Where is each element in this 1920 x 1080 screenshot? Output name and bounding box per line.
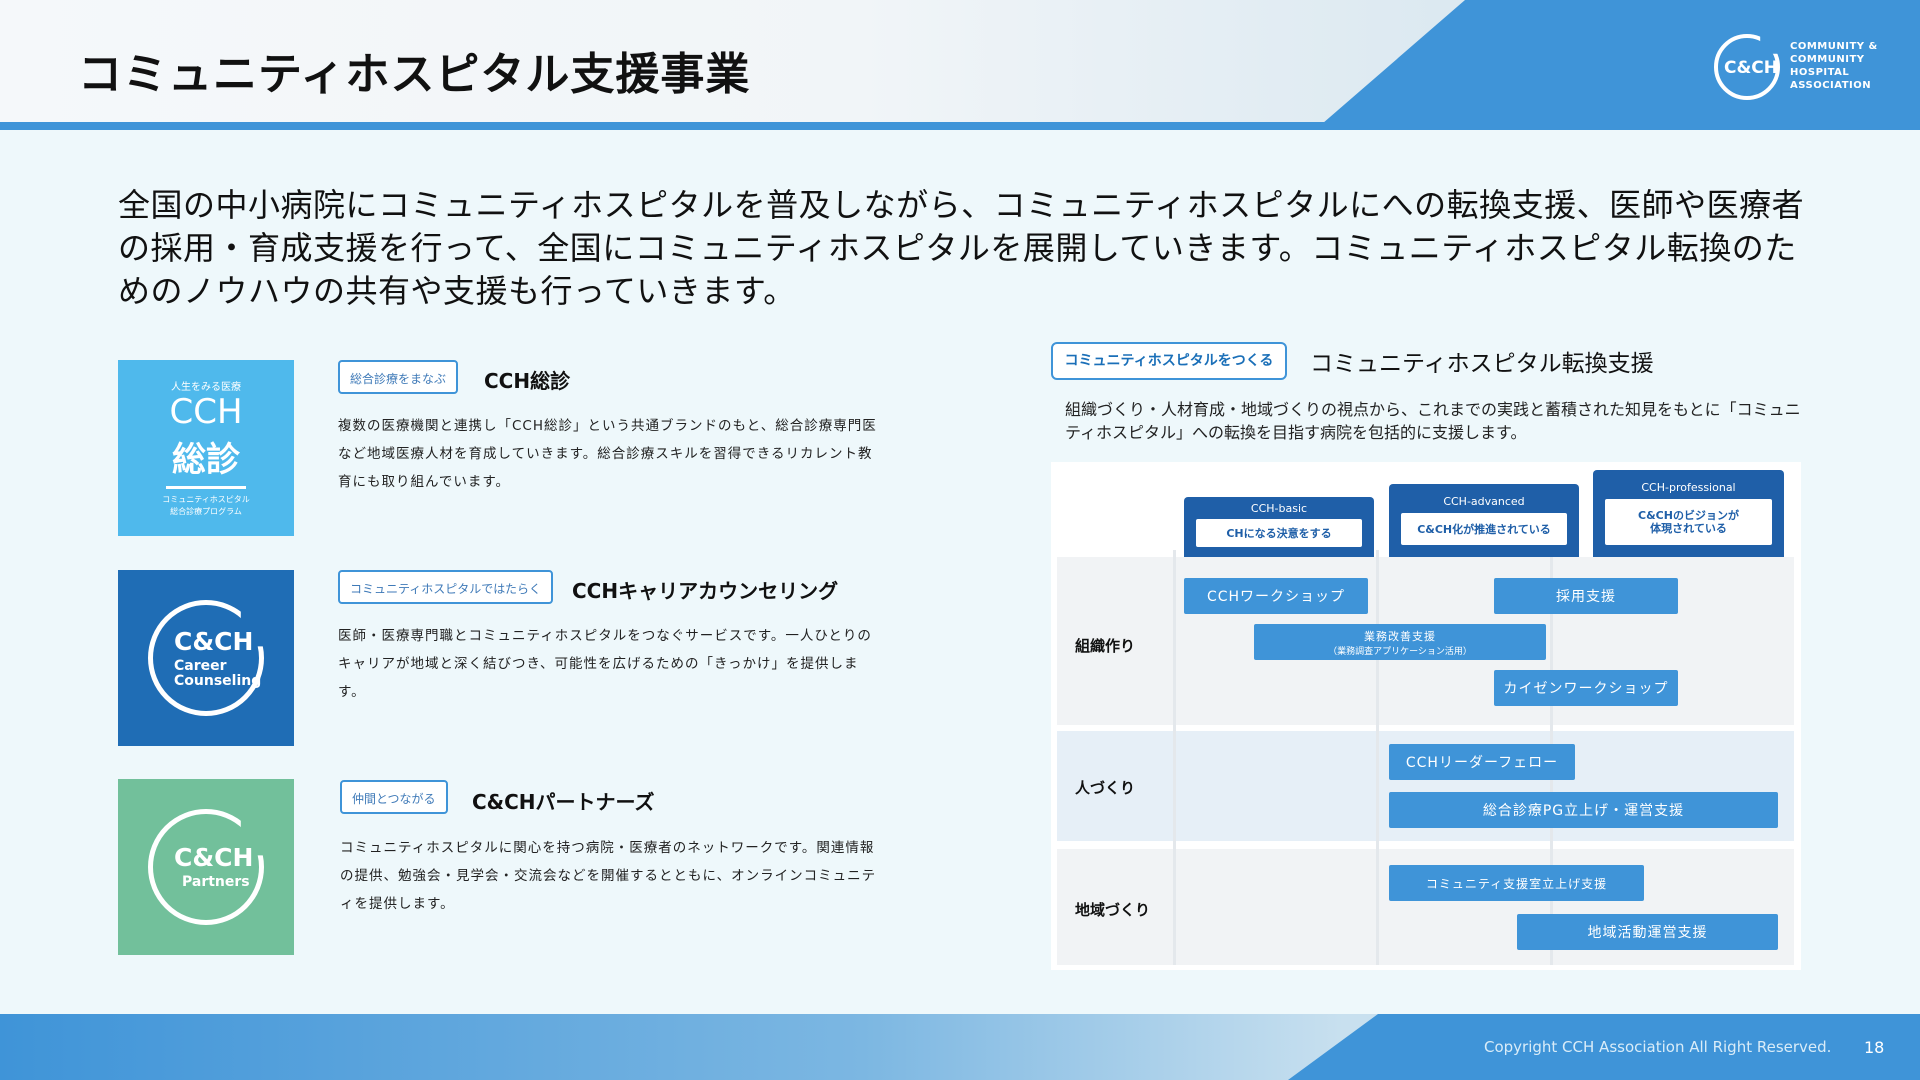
bar-label: 総合診療PG立上げ・運営支援 <box>1482 803 1685 819</box>
bar-label: 業務改善支援 <box>1364 629 1436 643</box>
program-name: C&CHパートナーズ <box>472 790 655 814</box>
program-name: CCHキャリアカウンセリング <box>572 579 839 603</box>
row-label-people: 人づくり <box>1075 779 1136 797</box>
logo-sub-text: Career <box>174 658 227 674</box>
bar-community-room: コミュニティ支援室立上げ支援 <box>1389 865 1644 901</box>
logo-sub-text: Partners <box>182 874 250 890</box>
level-desc: CHになる決意をする <box>1196 519 1362 547</box>
cch-soushin-logo: 人生をみる医療 CCH 総診 コミュニティホスピタル 総合診療プログラム <box>118 360 294 536</box>
transition-title: コミュニティホスピタル転換支援 <box>1310 351 1654 377</box>
bar-pg-support: 総合診療PG立上げ・運営支援 <box>1389 792 1778 828</box>
bar-business-improvement: 業務改善支援 （業務調査アプリケーション活用） <box>1254 624 1546 660</box>
bar-sub-label: （業務調査アプリケーション活用） <box>1328 646 1472 657</box>
partners-logo: C&CH Partners <box>118 779 294 955</box>
level-desc-line: 体現されている <box>1650 522 1727 535</box>
level-name: CCH-basic <box>1250 502 1308 515</box>
header-underline <box>0 122 1330 130</box>
transition-tag: コミュニティホスピタルをつくる <box>1051 342 1287 380</box>
logo-sub-text-2: Counseling <box>174 673 262 689</box>
bar-label: CCHリーダーフェロー <box>1405 755 1559 771</box>
bar-cch-workshop: CCHワークショップ <box>1184 578 1368 614</box>
intro-text: 全国の中小病院にコミュニティホスピタルを普及しながら、コミュニティホスピタルにへ… <box>118 186 1805 310</box>
logo-divider <box>166 486 246 489</box>
program-tag: コミュニティホスピタルではたらく <box>338 570 554 604</box>
career-counseling-logo: C&CH Career Counseling <box>118 570 294 746</box>
bar-recruit: 採用支援 <box>1494 578 1678 614</box>
logo-small-text: 人生をみる医療 <box>171 382 241 393</box>
level-desc: C&CHのビジョンが 体現されている <box>1605 499 1772 545</box>
logo-foot-text-2: 総合診療プログラム <box>170 507 242 516</box>
level-basic: CCH-basic CHになる決意をする <box>1184 497 1374 557</box>
program-desc: 複数の医療機関と連携し「CCH総診」という共通ブランドのもと、総合診療専門医など… <box>338 418 877 490</box>
program-desc: コミュニティホスピタルに関心を持つ病院・医療者のネットワークです。関連情報の提供… <box>340 840 877 912</box>
logo-mark: C&CH <box>1724 58 1779 78</box>
bar-label: カイゼンワークショップ <box>1503 681 1669 697</box>
level-desc: C&CH化が推進されている <box>1401 513 1567 545</box>
page-number: 18 <box>1864 1038 1885 1057</box>
transition-desc: 組織づくり・人材育成・地域づくりの視点から、これまでの実践と蓄積された知見をもと… <box>1065 400 1801 442</box>
level-name: CCH-professional <box>1641 481 1736 494</box>
page-title: コミュニティホスピタル支援事業 <box>78 49 751 100</box>
level-name: CCH-advanced <box>1443 495 1525 508</box>
level-professional: CCH-professional C&CHのビジョンが 体現されている <box>1593 470 1784 557</box>
logo-main-text-2: 総診 <box>172 440 240 480</box>
row-label-region: 地域づくり <box>1075 901 1151 919</box>
logo-foot-text: コミュニティホスピタル <box>162 495 250 504</box>
level-advanced: CCH-advanced C&CH化が推進されている <box>1389 484 1579 557</box>
logo-main-text: CCH <box>169 392 243 432</box>
column-divider <box>1376 550 1379 965</box>
bar-label: CCHワークショップ <box>1206 589 1346 605</box>
bar-label: 地域活動運営支援 <box>1587 925 1708 941</box>
logo-main-text: C&CH <box>174 843 254 872</box>
copyright: Copyright CCH Association All Right Rese… <box>1484 1038 1832 1056</box>
logo-text: COMMUNITY & COMMUNITY HOSPITAL ASSOCIATI… <box>1790 41 1878 91</box>
bar-label: コミュニティ支援室立上げ支援 <box>1425 876 1608 891</box>
program-name: CCH総診 <box>484 369 571 393</box>
level-desc-line: C&CHのビジョンが <box>1638 509 1739 522</box>
column-divider <box>1173 550 1176 965</box>
program-tag: 仲間とつながる <box>340 780 448 814</box>
program-desc: 医師・医療専門職とコミュニティホスピタルをつなぐサービスです。一人ひとりのキャリ… <box>338 628 872 700</box>
bar-leader-fellow: CCHリーダーフェロー <box>1389 744 1575 780</box>
row-label-organization: 組織作り <box>1075 637 1136 655</box>
bar-regional-activity: 地域活動運営支援 <box>1517 914 1778 950</box>
bar-label: 採用支援 <box>1556 589 1616 605</box>
logo-main-text: C&CH <box>174 627 254 656</box>
program-tag: 総合診療をまなぶ <box>338 360 459 394</box>
bar-kaizen-workshop: カイゼンワークショップ <box>1494 670 1678 706</box>
